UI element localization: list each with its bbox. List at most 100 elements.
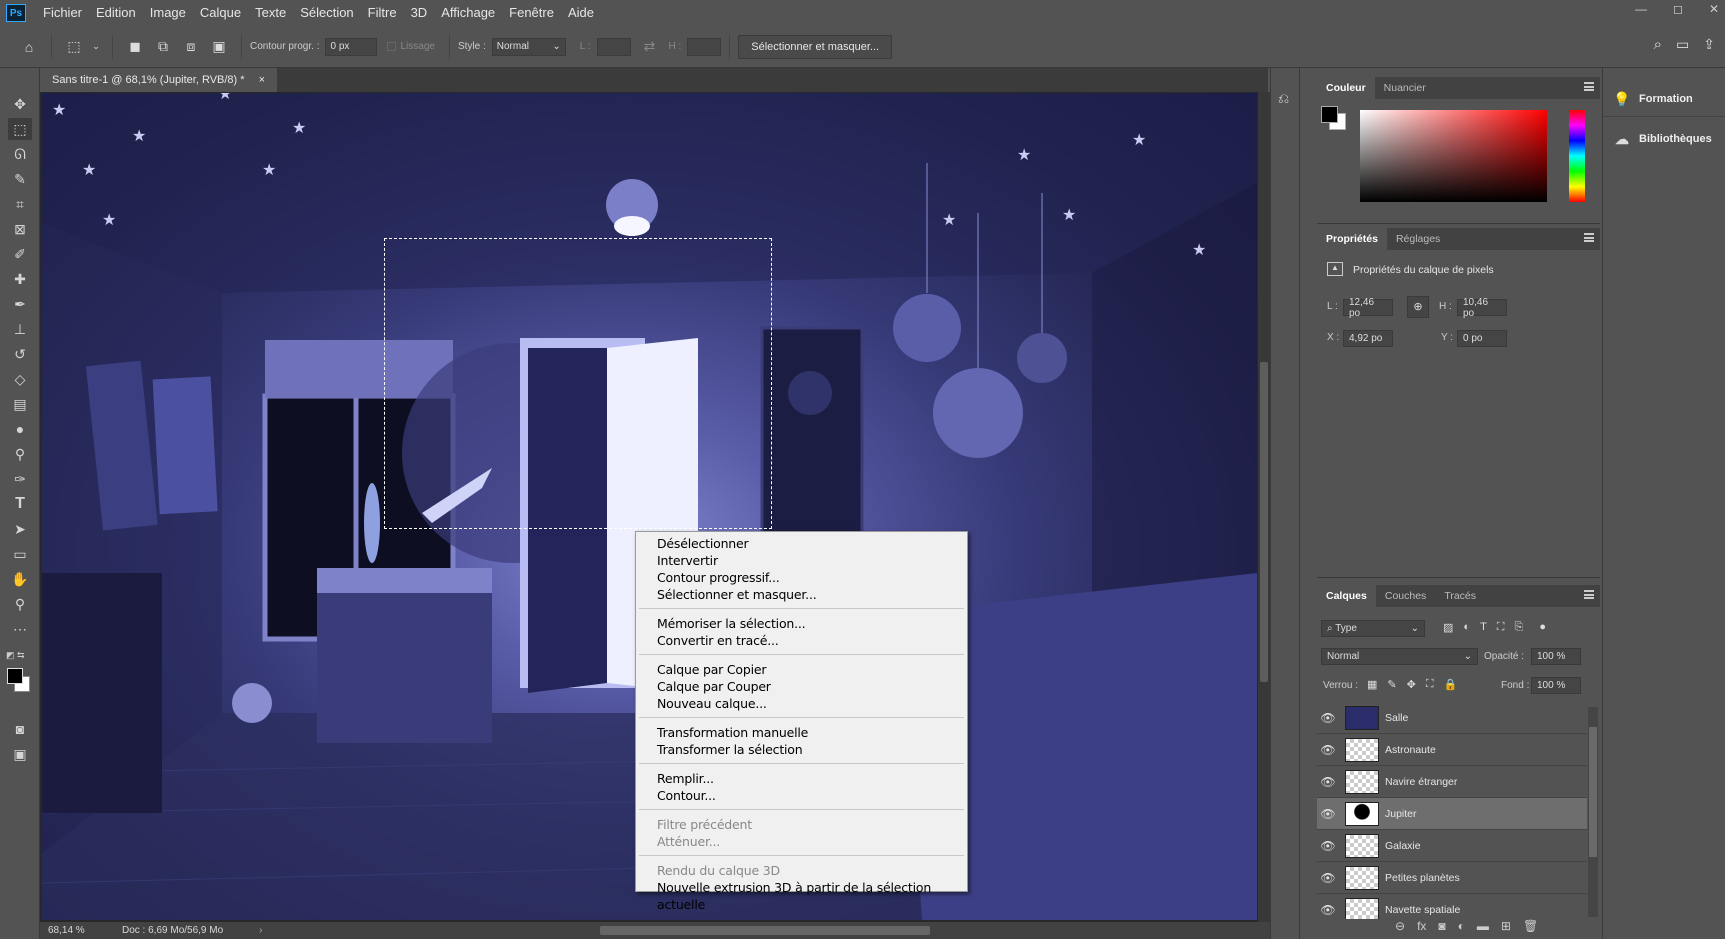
- tab-traces[interactable]: Tracés: [1435, 585, 1485, 607]
- menu-affichage[interactable]: Affichage: [434, 0, 502, 26]
- tab-reglages[interactable]: Réglages: [1387, 228, 1449, 250]
- filter-smart-icon[interactable]: ⎘: [1515, 621, 1524, 634]
- hand-tool-icon[interactable]: ✋: [8, 568, 32, 590]
- gradient-tool-icon[interactable]: ▤: [8, 393, 32, 415]
- rectangle-tool-icon[interactable]: ▭: [8, 543, 32, 565]
- fill-input[interactable]: 100 %: [1531, 677, 1581, 694]
- menu-calque[interactable]: Calque: [193, 0, 248, 26]
- fx-icon[interactable]: fx: [1417, 919, 1426, 933]
- tab-calques[interactable]: Calques: [1317, 585, 1376, 607]
- panel-menu-icon[interactable]: [1584, 233, 1594, 242]
- layer-row[interactable]: 👁 Salle: [1317, 702, 1587, 734]
- rect-marquee-tool-icon[interactable]: ⬚: [8, 118, 32, 140]
- menu-item-transform-selection[interactable]: Transformer la sélection: [636, 741, 967, 758]
- menu-item-select-mask[interactable]: Sélectionner et masquer...: [636, 586, 967, 603]
- libraries-button[interactable]: ☁ Bibliothèques: [1613, 130, 1712, 148]
- quick-select-tool-icon[interactable]: ✎: [8, 168, 32, 190]
- blend-mode-select[interactable]: Normal ⌄: [1321, 648, 1478, 665]
- hue-slider[interactable]: [1569, 110, 1585, 202]
- eye-icon[interactable]: 👁: [1317, 743, 1339, 757]
- type-tool-icon[interactable]: T: [8, 493, 32, 515]
- history-brush-icon[interactable]: ↺: [8, 343, 32, 365]
- eye-icon[interactable]: 👁: [1317, 903, 1339, 917]
- new-selection-icon[interactable]: ◼: [124, 36, 146, 58]
- menu-fenetre[interactable]: Fenêtre: [502, 0, 561, 26]
- search-icon[interactable]: ⌕: [1654, 36, 1662, 53]
- panel-menu-icon[interactable]: [1584, 590, 1594, 599]
- layer-row[interactable]: 👁 Navette spatiale: [1317, 894, 1587, 919]
- tab-couleur[interactable]: Couleur: [1317, 77, 1375, 99]
- x-input[interactable]: 4,92 po: [1343, 330, 1393, 347]
- vertical-scrollbar[interactable]: [1258, 92, 1270, 922]
- eye-icon[interactable]: 👁: [1317, 807, 1339, 821]
- crop-tool-icon[interactable]: ⌗: [8, 193, 32, 215]
- lasso-tool-icon[interactable]: ᘏ: [8, 143, 32, 165]
- home-icon[interactable]: ⌂: [18, 36, 40, 58]
- layers-scrollbar[interactable]: [1588, 707, 1598, 917]
- delete-layer-icon[interactable]: 🗑: [1523, 919, 1538, 933]
- zoom-level[interactable]: 68,14 %: [48, 925, 118, 936]
- horizontal-scroll-thumb[interactable]: [600, 926, 930, 935]
- foreground-swatch[interactable]: [1321, 106, 1338, 123]
- menu-filtre[interactable]: Filtre: [361, 0, 404, 26]
- menu-item-save-selection[interactable]: Mémoriser la sélection...: [636, 615, 967, 632]
- eye-icon[interactable]: 👁: [1317, 839, 1339, 853]
- history-icon[interactable]: ⎌: [1278, 90, 1289, 107]
- filter-shape-icon[interactable]: ⛶: [1497, 621, 1505, 634]
- menu-item-new-layer[interactable]: Nouveau calque...: [636, 695, 967, 712]
- path-select-icon[interactable]: ➤: [8, 518, 32, 540]
- scroll-thumb[interactable]: [1260, 362, 1268, 682]
- brush-tool-icon[interactable]: ✒: [8, 293, 32, 315]
- scroll-thumb[interactable]: [1589, 727, 1597, 857]
- healing-brush-icon[interactable]: ✚: [8, 268, 32, 290]
- screen-mode-icon[interactable]: ▣: [8, 743, 32, 765]
- zoom-tool-icon[interactable]: ⚲: [8, 593, 32, 615]
- pen-tool-icon[interactable]: ✑: [8, 468, 32, 490]
- dodge-tool-icon[interactable]: ⚲: [8, 443, 32, 465]
- foreground-color-swatch[interactable]: [7, 668, 23, 684]
- close-tab-icon[interactable]: ×: [259, 74, 265, 86]
- clone-stamp-icon[interactable]: ⊥: [8, 318, 32, 340]
- menu-texte[interactable]: Texte: [248, 0, 293, 26]
- menu-selection[interactable]: Sélection: [293, 0, 360, 26]
- eye-icon[interactable]: 👁: [1317, 871, 1339, 885]
- workspace-icon[interactable]: ▭: [1676, 36, 1689, 53]
- layer-row[interactable]: 👁 Navire étranger: [1317, 766, 1587, 798]
- feather-input[interactable]: 0 px: [325, 37, 378, 56]
- layer-filter-select[interactable]: ⌕ Type ⌄: [1321, 620, 1425, 637]
- color-picker-field[interactable]: [1360, 110, 1547, 202]
- eraser-tool-icon[interactable]: ◇: [8, 368, 32, 390]
- blur-tool-icon[interactable]: ●: [8, 418, 32, 440]
- layer-row[interactable]: 👁 Galaxie: [1317, 830, 1587, 862]
- tab-couches[interactable]: Couches: [1376, 585, 1435, 607]
- move-tool-icon[interactable]: ✥: [8, 93, 32, 115]
- layer-row-selected[interactable]: 👁 Jupiter: [1317, 798, 1587, 830]
- layer-row[interactable]: 👁 Astronaute: [1317, 734, 1587, 766]
- menu-item-deselect[interactable]: Désélectionner: [636, 535, 967, 552]
- filter-adjust-icon[interactable]: ◐: [1463, 621, 1470, 634]
- antialias-checkbox[interactable]: [387, 42, 397, 51]
- subtract-selection-icon[interactable]: ⧈: [180, 36, 202, 58]
- menu-item-new-3d-extrusion[interactable]: Nouvelle extrusion 3D à partir de la sél…: [636, 879, 967, 912]
- lock-transparent-icon[interactable]: ▦: [1367, 678, 1377, 691]
- status-arrow-icon[interactable]: ›: [259, 925, 262, 936]
- filter-toggle-icon[interactable]: ●: [1539, 621, 1546, 634]
- chevron-down-icon[interactable]: ⌄: [91, 36, 101, 58]
- menu-item-layer-via-cut[interactable]: Calque par Couper: [636, 678, 967, 695]
- menu-item-stroke[interactable]: Contour...: [636, 787, 967, 804]
- height-input[interactable]: 10,46 po: [1457, 297, 1507, 319]
- minimize-button[interactable]: —: [1635, 2, 1647, 16]
- more-tools-icon[interactable]: ⋯: [8, 618, 32, 640]
- menu-item-layer-via-copy[interactable]: Calque par Copier: [636, 661, 967, 678]
- tab-proprietes[interactable]: Propriétés: [1317, 228, 1387, 250]
- menu-item-make-path[interactable]: Convertir en tracé...: [636, 632, 967, 649]
- rect-marquee-preset-icon[interactable]: ⬚: [63, 36, 85, 58]
- height-input[interactable]: [687, 37, 722, 56]
- maximize-button[interactable]: ◻: [1673, 2, 1683, 16]
- filter-pixel-icon[interactable]: ▨: [1443, 621, 1453, 634]
- layer-row[interactable]: 👁 Petites planètes: [1317, 862, 1587, 894]
- share-icon[interactable]: ⇪: [1703, 36, 1715, 53]
- intersect-selection-icon[interactable]: ▣: [208, 36, 230, 58]
- menu-fichier[interactable]: Fichier: [36, 0, 89, 26]
- filter-text-icon[interactable]: T: [1480, 621, 1487, 634]
